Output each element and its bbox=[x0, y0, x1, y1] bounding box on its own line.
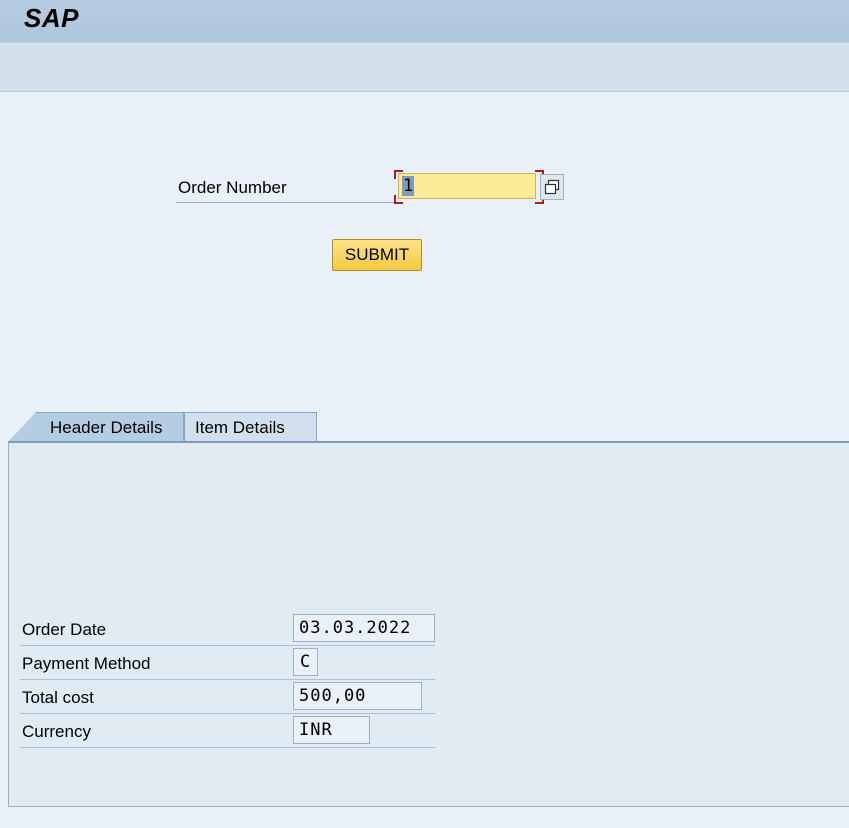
tab-header-details[interactable]: Header Details bbox=[8, 412, 184, 442]
row-underline bbox=[20, 747, 435, 748]
submit-button[interactable]: SUBMIT bbox=[332, 239, 422, 271]
order-date-row: Order Date 03.03.2022 bbox=[20, 612, 435, 646]
payment-method-row: Payment Method C bbox=[20, 646, 435, 680]
total-cost-row: Total cost 500,00 bbox=[20, 680, 435, 714]
currency-row: Currency INR bbox=[20, 714, 435, 748]
toolbar bbox=[0, 43, 849, 92]
app-title: SAP bbox=[24, 3, 79, 33]
currency-field[interactable]: INR bbox=[293, 716, 370, 744]
order-number-input[interactable]: 1 bbox=[398, 173, 536, 199]
total-cost-label: Total cost bbox=[22, 688, 94, 707]
order-date-field[interactable]: 03.03.2022 bbox=[293, 614, 435, 642]
title-bar: SAP bbox=[0, 0, 849, 43]
order-number-input-wrap: 1 bbox=[394, 170, 544, 204]
payment-method-field[interactable]: C bbox=[293, 648, 318, 676]
value-help-icon bbox=[544, 179, 560, 195]
payment-method-label: Payment Method bbox=[22, 654, 151, 673]
order-number-value: 1 bbox=[402, 176, 415, 196]
currency-label: Currency bbox=[22, 722, 91, 741]
order-number-underline bbox=[176, 202, 394, 203]
value-help-button[interactable] bbox=[540, 174, 564, 200]
order-number-label: Order Number bbox=[178, 178, 287, 197]
order-date-label: Order Date bbox=[22, 620, 107, 639]
total-cost-field[interactable]: 500,00 bbox=[293, 682, 422, 710]
tab-item-details[interactable]: Item Details bbox=[184, 412, 317, 442]
